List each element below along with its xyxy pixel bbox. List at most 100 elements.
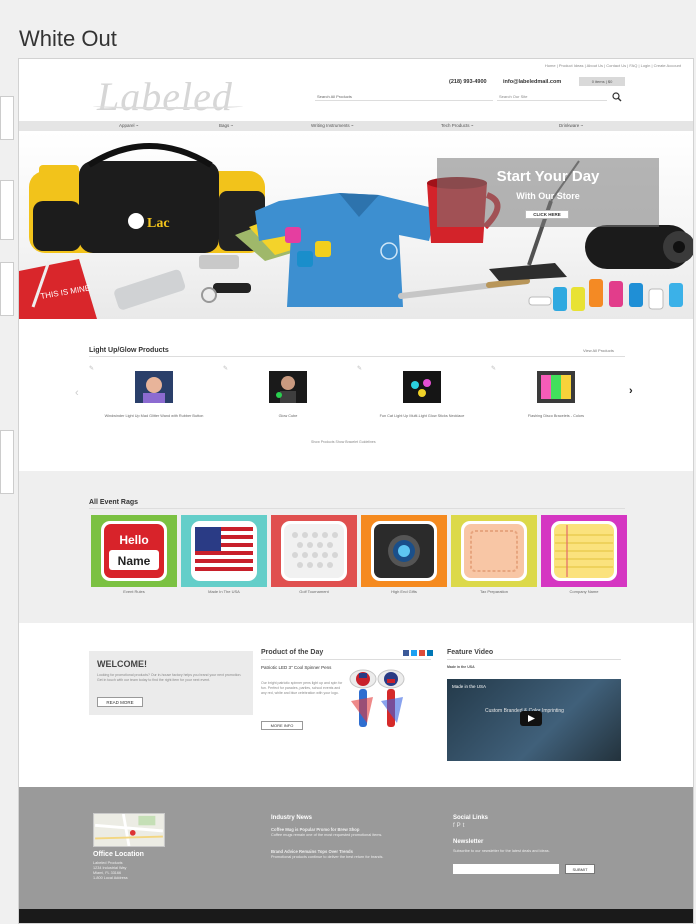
product-image	[537, 371, 575, 403]
search-input[interactable]: Search Our Site	[497, 92, 607, 101]
product-name[interactable]: Fun Cat Light Up Multi-Light Glow Sticks…	[357, 414, 487, 418]
section-divider	[89, 508, 625, 509]
top-links[interactable]: Home | Product Ideas | About Us | Contac…	[545, 63, 681, 68]
pin-icon: ✎	[491, 366, 497, 372]
twitter-icon[interactable]: t	[463, 823, 467, 829]
section-divider	[89, 356, 625, 357]
read-more-button[interactable]: READ MORE	[97, 697, 143, 707]
carousel-next-icon[interactable]: ›	[629, 385, 633, 397]
site-footer: Office Location Labeled Products 1234 In…	[19, 787, 693, 919]
bag-logo-text: Lac	[147, 216, 170, 231]
office-title: Office Location	[93, 851, 144, 858]
tile-label[interactable]: Golf Tournament	[271, 589, 357, 594]
glow-products-section: Light Up/Glow Products View All Products…	[19, 319, 693, 471]
section-title: All Event Rags	[89, 499, 139, 506]
hero-subheadline: With Our Store	[516, 191, 580, 201]
main-nav: Apparel ~ Bags ~ Writing Instruments ~ T…	[19, 121, 693, 131]
news-item-title[interactable]: Coffee Mug is Popular Promo for Brew Sho…	[271, 827, 359, 832]
pin-icon: ✎	[89, 366, 95, 372]
background-window-edge	[0, 430, 14, 494]
window-title: White Out	[19, 26, 117, 51]
tile-label[interactable]: Tax Preparation	[451, 589, 537, 594]
webpage-preview: Home | Product Ideas | About Us | Contac…	[18, 58, 694, 924]
section-divider	[261, 659, 431, 660]
footer-bottom-bar	[19, 909, 693, 923]
stamp-icon	[451, 515, 537, 587]
video-overlay-text: Custom Branded & Color Imprinting	[485, 708, 564, 714]
nav-item-drinkware[interactable]: Drinkware ~	[559, 121, 583, 131]
office-map[interactable]	[93, 813, 165, 847]
background-window-edge	[0, 262, 14, 316]
spinner-pens-image[interactable]	[347, 661, 407, 731]
category-select[interactable]: Search All Products	[315, 92, 493, 101]
play-icon	[528, 715, 535, 722]
video-subtitle: Made in the USA	[447, 665, 475, 669]
nav-item-bags[interactable]: Bags ~	[219, 121, 233, 131]
pod-product-name[interactable]: Patriotic LED 3" Cool Spinner Pens	[261, 665, 341, 671]
tile-label[interactable]: Made In The USA	[181, 589, 267, 594]
welcome-title: WELCOME!	[97, 659, 147, 669]
section-title: Light Up/Glow Products	[89, 347, 169, 354]
background-window-edge	[0, 180, 14, 240]
social-icons[interactable]: fPt	[453, 823, 466, 829]
newsletter-email-input[interactable]	[453, 864, 559, 874]
more-info-button[interactable]: MORE INFO	[261, 721, 303, 730]
newsletter-text: Subscribe to our newsletter for the late…	[453, 849, 550, 853]
feature-video-title: Feature Video	[447, 649, 494, 656]
welcome-box: WELCOME! Looking for promotional product…	[89, 651, 253, 715]
hero-callout: Start Your Day With Our Store CLICK HERE	[437, 158, 659, 227]
section-divider	[447, 659, 621, 660]
hero-headline: Start Your Day	[496, 168, 600, 185]
site-logo[interactable]: Labeled	[97, 73, 233, 120]
view-all-link[interactable]: View All Products	[583, 348, 614, 353]
video-player[interactable]: Made in the USA Custom Branded & Color I…	[447, 679, 621, 761]
tile-label[interactable]: Event Rules	[91, 589, 177, 594]
tile-hello-text: Hello	[119, 533, 148, 547]
hero-banner[interactable]: Lac THIS IS MINE Start Your Day With Our…	[19, 131, 693, 319]
event-section: All Event Rags Hello Name Event Rules Ma…	[19, 471, 693, 623]
notepad-icon	[541, 515, 627, 587]
desktop-background: White Out Home | Product Ideas | About U…	[0, 0, 696, 924]
play-button[interactable]	[520, 711, 542, 726]
product-name[interactable]: Windwinder Light Up Mad Glitter Wand wit…	[89, 414, 219, 418]
pin-icon: ✎	[223, 366, 229, 372]
welcome-text: Looking for promotional products? Our in…	[97, 673, 242, 682]
pod-description: Our bright patriotic spinner pens light …	[261, 681, 343, 695]
email-link[interactable]: info@labeledmail.com	[503, 79, 561, 85]
product-name[interactable]: Glow Cube	[223, 414, 353, 418]
industry-news-title: Industry News	[271, 815, 313, 821]
office-address: Labeled Products 1234 Industrial Way Mia…	[93, 861, 128, 880]
info-section: WELCOME! Looking for promotional product…	[19, 623, 693, 785]
tile-label[interactable]: High End Gifts	[361, 589, 447, 594]
event-tile[interactable]: Made In The USA	[181, 515, 267, 594]
nav-item-writing[interactable]: Writing Instruments ~	[311, 121, 354, 131]
account-button[interactable]: 0 items | $0	[579, 77, 625, 86]
product-image	[269, 371, 307, 403]
carousel-prev-icon[interactable]: ‹	[75, 387, 79, 399]
tile-name-text: Name	[118, 554, 151, 568]
golf-ball-icon	[271, 515, 357, 587]
event-tile[interactable]: High End Gifts	[361, 515, 447, 594]
product-image	[135, 371, 173, 403]
tile-label[interactable]: Company Name	[541, 589, 627, 594]
social-links-title: Social Links	[453, 815, 489, 821]
nav-item-tech[interactable]: Tech Products ~	[441, 121, 473, 131]
search-icon[interactable]	[612, 92, 622, 102]
video-caption: Made in the USA	[452, 684, 487, 689]
newsletter-submit-button[interactable]: SUBMIT	[565, 864, 595, 874]
share-icons[interactable]	[403, 650, 433, 656]
product-of-day-title: Product of the Day	[261, 649, 324, 656]
news-item-title[interactable]: Brand Advice Remains Tops Over Trends	[271, 849, 353, 854]
name-tag-icon: Hello Name	[91, 515, 177, 587]
usa-flag-icon	[181, 515, 267, 587]
event-tile[interactable]: Tax Preparation	[451, 515, 537, 594]
carousel-pager[interactable]: Show Products Show Bracelet Guidelines	[311, 440, 376, 444]
event-tile[interactable]: Hello Name Event Rules	[91, 515, 177, 594]
phone-number: (218) 993-4900	[449, 79, 487, 85]
camera-lens-icon	[361, 515, 447, 587]
event-tile[interactable]: Golf Tournament	[271, 515, 357, 594]
event-tile[interactable]: Company Name	[541, 515, 627, 594]
nav-item-apparel[interactable]: Apparel ~	[119, 121, 138, 131]
product-name[interactable]: Flashing Disco Bracelets - Colors	[491, 414, 621, 418]
click-here-button[interactable]: CLICK HERE	[525, 210, 569, 219]
